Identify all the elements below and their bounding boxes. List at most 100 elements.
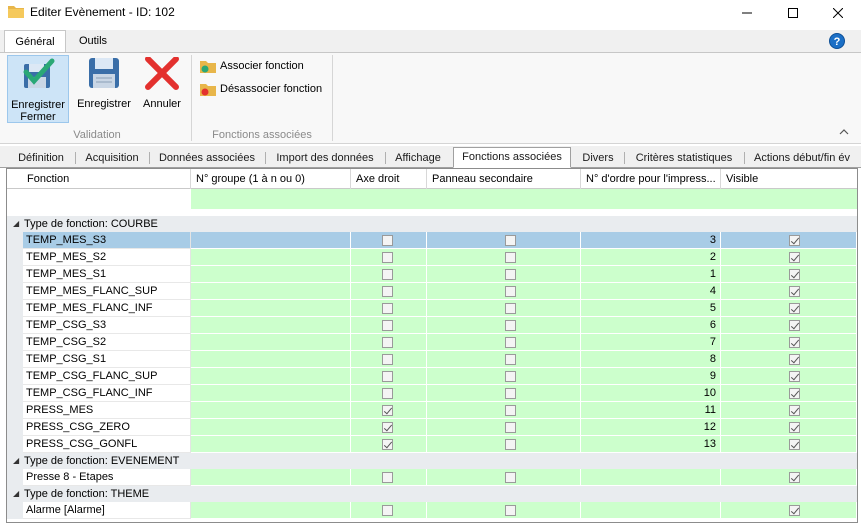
- visible-checkbox[interactable]: [789, 354, 800, 365]
- cell-groupe[interactable]: [191, 334, 351, 351]
- table-row[interactable]: PRESS_CSG_ZERO 12: [7, 419, 857, 436]
- cell-axe-droit[interactable]: [351, 385, 427, 402]
- panneau-checkbox[interactable]: [505, 269, 516, 280]
- axe-droit-checkbox[interactable]: [382, 472, 393, 483]
- panneau-checkbox[interactable]: [505, 286, 516, 297]
- cell-groupe[interactable]: [191, 402, 351, 419]
- axe-droit-checkbox[interactable]: [382, 303, 393, 314]
- cell-panneau[interactable]: [427, 334, 581, 351]
- panneau-checkbox[interactable]: [505, 337, 516, 348]
- filter-row[interactable]: [7, 189, 857, 209]
- cell-visible[interactable]: [721, 436, 857, 453]
- cell-fonction[interactable]: TEMP_CSG_S2: [23, 334, 191, 351]
- associate-function-button[interactable]: Associer fonction: [200, 57, 304, 75]
- panneau-checkbox[interactable]: [505, 252, 516, 263]
- cell-panneau[interactable]: [427, 283, 581, 300]
- axe-droit-checkbox[interactable]: [382, 252, 393, 263]
- cell-groupe[interactable]: [191, 385, 351, 402]
- axe-droit-checkbox[interactable]: [382, 354, 393, 365]
- cell-groupe[interactable]: [191, 300, 351, 317]
- cell-ordre[interactable]: 1: [581, 266, 721, 283]
- cell-groupe[interactable]: [191, 283, 351, 300]
- visible-checkbox[interactable]: [789, 472, 800, 483]
- column-header-fonction[interactable]: Fonction: [7, 169, 191, 189]
- visible-checkbox[interactable]: [789, 235, 800, 246]
- axe-droit-checkbox[interactable]: [382, 388, 393, 399]
- panneau-checkbox[interactable]: [505, 303, 516, 314]
- panneau-checkbox[interactable]: [505, 354, 516, 365]
- cell-visible[interactable]: [721, 368, 857, 385]
- collapse-triangle-icon[interactable]: ◢: [13, 486, 19, 502]
- cancel-button[interactable]: Annuler: [138, 55, 186, 123]
- cell-visible[interactable]: [721, 283, 857, 300]
- axe-droit-checkbox[interactable]: [382, 286, 393, 297]
- cell-fonction[interactable]: TEMP_MES_S1: [23, 266, 191, 283]
- cell-fonction[interactable]: PRESS_MES: [23, 402, 191, 419]
- table-row[interactable]: PRESS_CSG_GONFL 13: [7, 436, 857, 453]
- table-row[interactable]: PRESS_MES 11: [7, 402, 857, 419]
- cell-visible[interactable]: [721, 232, 857, 249]
- table-row[interactable]: TEMP_MES_S3 3: [7, 232, 857, 249]
- cell-visible[interactable]: [721, 502, 857, 519]
- cell-ordre[interactable]: [581, 469, 721, 486]
- axe-droit-checkbox[interactable]: [382, 371, 393, 382]
- cell-groupe[interactable]: [191, 249, 351, 266]
- cell-groupe[interactable]: [191, 469, 351, 486]
- cell-fonction[interactable]: TEMP_CSG_S1: [23, 351, 191, 368]
- cell-fonction[interactable]: TEMP_CSG_FLANC_INF: [23, 385, 191, 402]
- cell-panneau[interactable]: [427, 300, 581, 317]
- cell-panneau[interactable]: [427, 249, 581, 266]
- axe-droit-checkbox[interactable]: [382, 235, 393, 246]
- cell-groupe[interactable]: [191, 266, 351, 283]
- cell-visible[interactable]: [721, 300, 857, 317]
- table-row[interactable]: TEMP_CSG_S2 7: [7, 334, 857, 351]
- cell-ordre[interactable]: 13: [581, 436, 721, 453]
- maximize-icon[interactable]: [770, 0, 816, 26]
- cell-groupe[interactable]: [191, 232, 351, 249]
- filter-values[interactable]: [191, 189, 857, 209]
- cell-fonction[interactable]: PRESS_CSG_ZERO: [23, 419, 191, 436]
- visible-checkbox[interactable]: [789, 439, 800, 450]
- cell-groupe[interactable]: [191, 436, 351, 453]
- save-close-button[interactable]: Enregistrer Fermer: [7, 55, 69, 123]
- column-header-panneau[interactable]: Panneau secondaire: [427, 169, 581, 189]
- minimize-icon[interactable]: [724, 0, 770, 26]
- cell-groupe[interactable]: [191, 351, 351, 368]
- cell-axe-droit[interactable]: [351, 249, 427, 266]
- cell-fonction[interactable]: TEMP_CSG_S3: [23, 317, 191, 334]
- axe-droit-checkbox[interactable]: [382, 422, 393, 433]
- visible-checkbox[interactable]: [789, 320, 800, 331]
- visible-checkbox[interactable]: [789, 388, 800, 399]
- table-row[interactable]: TEMP_CSG_FLANC_SUP 9: [7, 368, 857, 385]
- cell-visible[interactable]: [721, 266, 857, 283]
- axe-droit-checkbox[interactable]: [382, 505, 393, 516]
- cell-visible[interactable]: [721, 317, 857, 334]
- cell-axe-droit[interactable]: [351, 469, 427, 486]
- cell-panneau[interactable]: [427, 469, 581, 486]
- collapse-triangle-icon[interactable]: ◢: [13, 453, 19, 469]
- visible-checkbox[interactable]: [789, 505, 800, 516]
- cell-axe-droit[interactable]: [351, 266, 427, 283]
- panneau-checkbox[interactable]: [505, 371, 516, 382]
- visible-checkbox[interactable]: [789, 337, 800, 348]
- axe-droit-checkbox[interactable]: [382, 405, 393, 416]
- cell-panneau[interactable]: [427, 232, 581, 249]
- help-icon[interactable]: ?: [829, 33, 845, 49]
- cell-axe-droit[interactable]: [351, 283, 427, 300]
- cell-fonction[interactable]: TEMP_MES_S2: [23, 249, 191, 266]
- tab-divers[interactable]: Divers: [575, 149, 621, 168]
- cell-fonction[interactable]: TEMP_MES_S3: [23, 232, 191, 249]
- cell-axe-droit[interactable]: [351, 402, 427, 419]
- filter-fonction[interactable]: [7, 189, 191, 209]
- cell-panneau[interactable]: [427, 317, 581, 334]
- cell-groupe[interactable]: [191, 317, 351, 334]
- cell-visible[interactable]: [721, 469, 857, 486]
- cell-ordre[interactable]: 9: [581, 368, 721, 385]
- panneau-checkbox[interactable]: [505, 405, 516, 416]
- table-row[interactable]: TEMP_CSG_S1 8: [7, 351, 857, 368]
- table-row[interactable]: Alarme [Alarme]: [7, 502, 857, 519]
- cell-visible[interactable]: [721, 402, 857, 419]
- column-header-groupe[interactable]: N° groupe (1 à n ou 0): [191, 169, 351, 189]
- panneau-checkbox[interactable]: [505, 439, 516, 450]
- cell-axe-droit[interactable]: [351, 419, 427, 436]
